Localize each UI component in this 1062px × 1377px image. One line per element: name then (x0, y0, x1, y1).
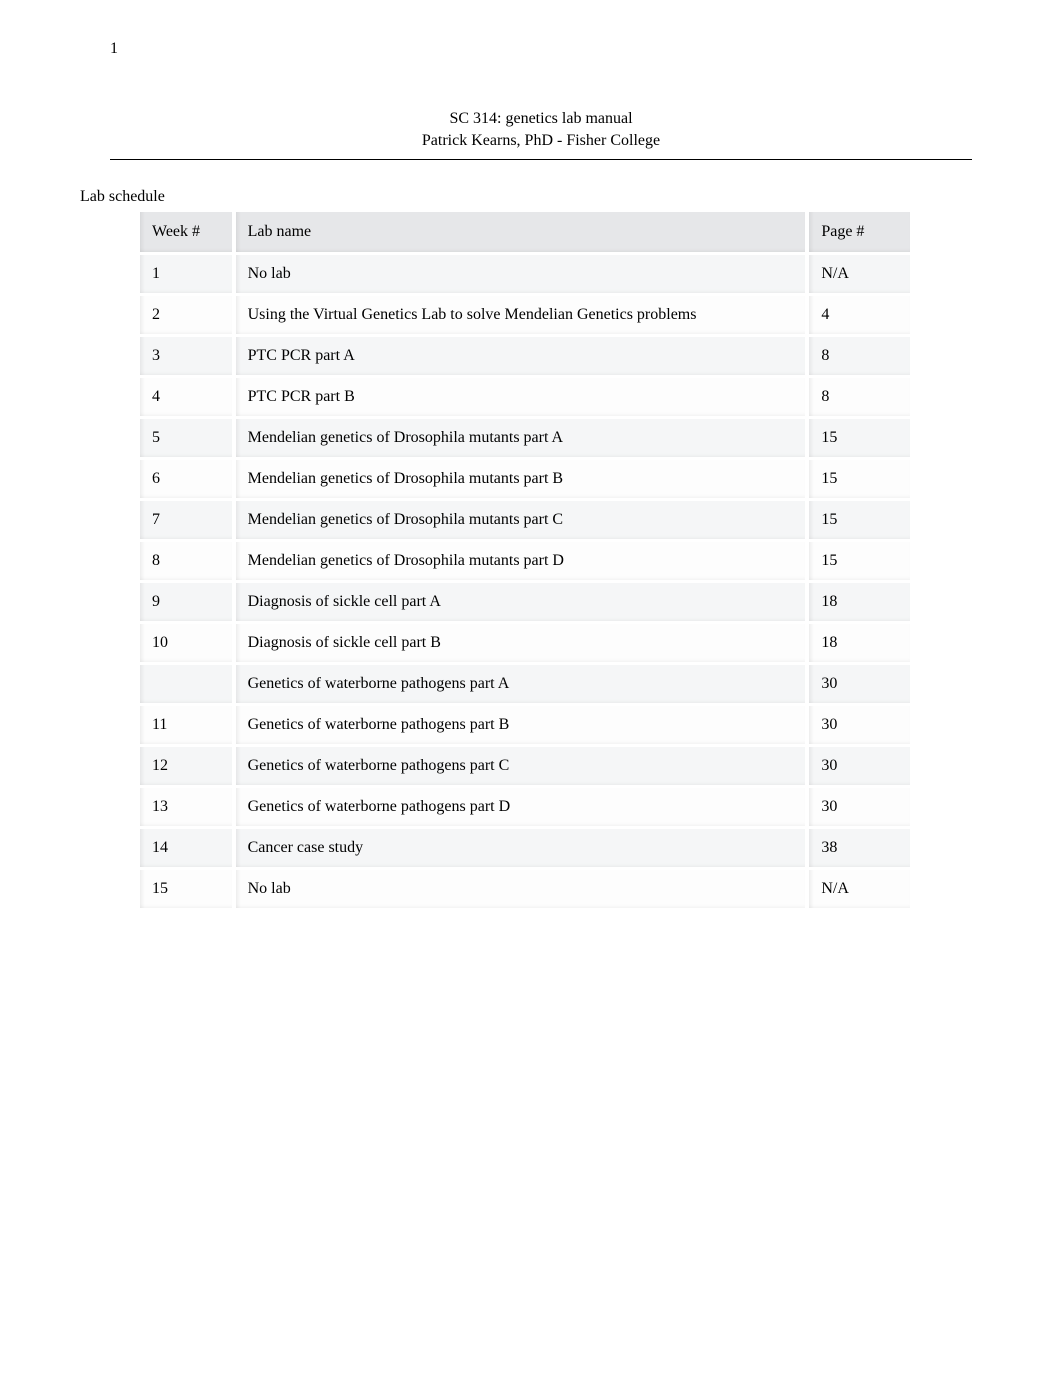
cell-page: 18 (809, 580, 910, 621)
author-line: Patrick Kearns, PhD - Fisher College (110, 130, 972, 152)
table-row: 5 Mendelian genetics of Drosophila mutan… (140, 416, 910, 457)
cell-week: 3 (140, 334, 236, 375)
table-row: 13 Genetics of waterborne pathogens part… (140, 785, 910, 826)
cell-week (140, 662, 236, 703)
cell-week: 11 (140, 703, 236, 744)
cell-lab: Diagnosis of sickle cell part B (236, 621, 810, 662)
col-header-page: Page # (809, 212, 910, 252)
table-header-row: Week # Lab name Page # (140, 212, 910, 252)
table-row: 3 PTC PCR part A 8 (140, 334, 910, 375)
document-header: SC 314: genetics lab manual Patrick Kear… (110, 108, 972, 153)
cell-page: 15 (809, 457, 910, 498)
cell-page: 30 (809, 744, 910, 785)
cell-week: 4 (140, 375, 236, 416)
table-row: 12 Genetics of waterborne pathogens part… (140, 744, 910, 785)
cell-lab: Mendelian genetics of Drosophila mutants… (236, 539, 810, 580)
table-row: 4 PTC PCR part B 8 (140, 375, 910, 416)
cell-lab: Mendelian genetics of Drosophila mutants… (236, 416, 810, 457)
cell-week: 1 (140, 252, 236, 293)
cell-lab: Mendelian genetics of Drosophila mutants… (236, 457, 810, 498)
cell-lab: Diagnosis of sickle cell part A (236, 580, 810, 621)
cell-week: 6 (140, 457, 236, 498)
cell-week: 14 (140, 826, 236, 867)
cell-page: 15 (809, 539, 910, 580)
cell-week: 5 (140, 416, 236, 457)
cell-lab: Using the Virtual Genetics Lab to solve … (236, 293, 810, 334)
cell-lab: PTC PCR part B (236, 375, 810, 416)
cell-week: 2 (140, 293, 236, 334)
cell-lab: Cancer case study (236, 826, 810, 867)
table-row: 11 Genetics of waterborne pathogens part… (140, 703, 910, 744)
cell-lab: No lab (236, 867, 810, 908)
table-row: 7 Mendelian genetics of Drosophila mutan… (140, 498, 910, 539)
cell-lab: Genetics of waterborne pathogens part D (236, 785, 810, 826)
cell-page: 18 (809, 621, 910, 662)
course-title: SC 314: genetics lab manual (110, 108, 972, 130)
cell-lab: No lab (236, 252, 810, 293)
cell-page: 4 (809, 293, 910, 334)
cell-week: 10 (140, 621, 236, 662)
table-row: 1 No lab N/A (140, 252, 910, 293)
table-row: 2 Using the Virtual Genetics Lab to solv… (140, 293, 910, 334)
section-title-lab-schedule: Lab schedule (80, 188, 972, 206)
cell-lab: Genetics of waterborne pathogens part B (236, 703, 810, 744)
cell-lab: PTC PCR part A (236, 334, 810, 375)
cell-week: 13 (140, 785, 236, 826)
cell-page: 38 (809, 826, 910, 867)
table-row: 10 Diagnosis of sickle cell part B 18 (140, 621, 910, 662)
cell-week: 7 (140, 498, 236, 539)
col-header-week: Week # (140, 212, 236, 252)
header-divider (110, 159, 972, 160)
cell-page: 30 (809, 662, 910, 703)
cell-page: 15 (809, 416, 910, 457)
cell-week: 8 (140, 539, 236, 580)
cell-page: N/A (809, 252, 910, 293)
lab-schedule-table: Week # Lab name Page # 1 No lab N/A 2 Us… (140, 212, 910, 908)
cell-page: 30 (809, 703, 910, 744)
table-row: Genetics of waterborne pathogens part A … (140, 662, 910, 703)
cell-week: 12 (140, 744, 236, 785)
table-row: 6 Mendelian genetics of Drosophila mutan… (140, 457, 910, 498)
cell-week: 9 (140, 580, 236, 621)
cell-week: 15 (140, 867, 236, 908)
col-header-labname: Lab name (236, 212, 810, 252)
cell-page: 30 (809, 785, 910, 826)
cell-lab: Mendelian genetics of Drosophila mutants… (236, 498, 810, 539)
cell-page: 8 (809, 375, 910, 416)
cell-page: N/A (809, 867, 910, 908)
table-row: 15 No lab N/A (140, 867, 910, 908)
table-row: 8 Mendelian genetics of Drosophila mutan… (140, 539, 910, 580)
cell-page: 8 (809, 334, 910, 375)
table-row: 14 Cancer case study 38 (140, 826, 910, 867)
cell-page: 15 (809, 498, 910, 539)
cell-lab: Genetics of waterborne pathogens part C (236, 744, 810, 785)
page-number: 1 (110, 40, 972, 58)
cell-lab: Genetics of waterborne pathogens part A (236, 662, 810, 703)
table-row: 9 Diagnosis of sickle cell part A 18 (140, 580, 910, 621)
